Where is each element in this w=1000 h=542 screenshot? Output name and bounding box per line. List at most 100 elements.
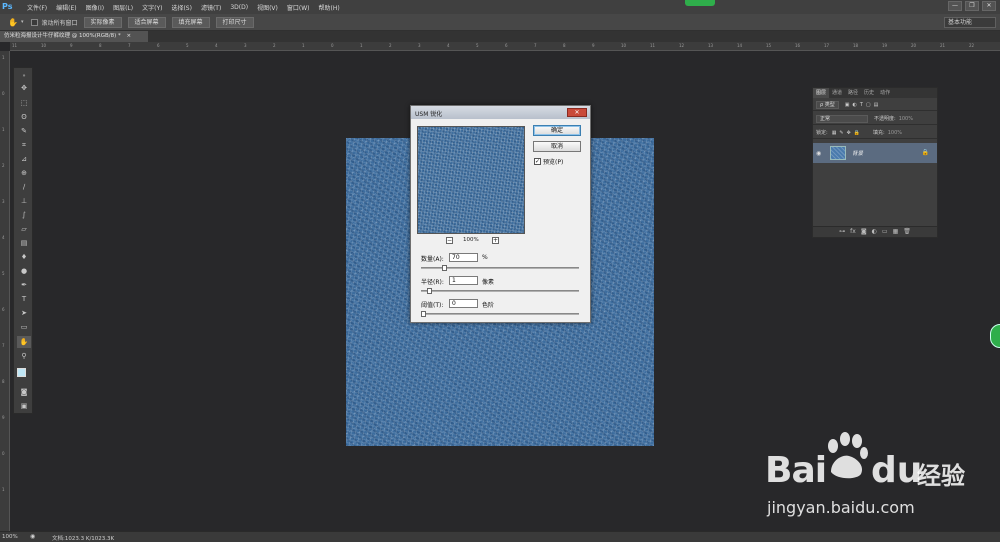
radius-slider-thumb[interactable] — [427, 288, 432, 294]
layer-style-icon[interactable]: fx — [850, 227, 856, 237]
side-green-badge[interactable] — [990, 324, 1000, 348]
history-brush-tool-icon[interactable]: ∫ — [17, 209, 31, 221]
healing-brush-tool-icon[interactable]: ⊕ — [17, 167, 31, 179]
zoom-out-button[interactable]: − — [446, 237, 453, 244]
lasso-tool-icon[interactable]: ʘ — [17, 111, 31, 123]
toolbox: » ✥ ⬚ ʘ ✎ ⌗ ⊿ ⊕ ∕ ⊥ ∫ ▱ ▤ ♦ ● ✒ T ➤ ▭ ✋ … — [13, 67, 33, 414]
tab-close-icon[interactable]: × — [126, 33, 131, 39]
tab-channels[interactable]: 通道 — [829, 88, 845, 98]
adjustment-layer-icon[interactable]: ◐ — [872, 227, 877, 237]
minimize-button[interactable]: — — [948, 1, 962, 11]
shape-tool-icon[interactable]: ▭ — [17, 321, 31, 333]
crop-tool-icon[interactable]: ⌗ — [17, 139, 31, 151]
hand-tool-icon[interactable]: ✋ — [8, 18, 18, 27]
type-tool-icon[interactable]: T — [17, 293, 31, 305]
radius-slider[interactable] — [421, 288, 579, 294]
amount-slider-thumb[interactable] — [442, 265, 447, 271]
menu-layer[interactable]: 图层(L) — [113, 3, 133, 12]
tab-paths[interactable]: 路径 — [845, 88, 861, 98]
horizontal-ruler[interactable]: 11 10 9 8 7 6 5 4 3 2 1 0 1 2 3 4 5 6 7 8 9 10 11 12 13 14 15 16 17 1… — [10, 42, 1000, 51]
menu-type[interactable]: 文字(Y) — [142, 3, 162, 12]
trash-icon[interactable]: 🗑 — [903, 227, 911, 237]
link-layers-icon[interactable]: ⊶ — [839, 227, 845, 237]
layer-kind-select[interactable]: ρ 类型 — [816, 100, 839, 109]
ruler-tick-label: 11 — [12, 43, 18, 48]
dialog-close-button[interactable]: ✕ — [567, 108, 587, 117]
ruler-tick-label: 20 — [911, 43, 917, 48]
zoom-in-button[interactable]: + — [492, 237, 499, 244]
menu-file[interactable]: 文件(F) — [27, 3, 47, 12]
tab-actions[interactable]: 动作 — [877, 88, 893, 98]
amount-slider[interactable] — [421, 265, 579, 271]
menu-edit[interactable]: 编辑(E) — [56, 3, 76, 12]
menu-help[interactable]: 帮助(H) — [319, 3, 340, 12]
foreground-color-swatch[interactable] — [17, 368, 26, 377]
eyedropper-tool-icon[interactable]: ⊿ — [17, 153, 31, 165]
tab-history[interactable]: 历史 — [861, 88, 877, 98]
blend-mode-select[interactable]: 正常 — [816, 114, 868, 123]
radius-label: 半径(R): — [421, 279, 444, 286]
fill-screen-button[interactable]: 填充屏幕 — [171, 16, 210, 28]
filter-icons[interactable]: ▣◐T▢▤ — [845, 102, 882, 108]
clone-stamp-tool-icon[interactable]: ⊥ — [17, 195, 31, 207]
ruler-tick-label: 21 — [940, 43, 946, 48]
layer-row-background[interactable]: ◉ 背景 🔒 — [813, 143, 937, 163]
path-selection-tool-icon[interactable]: ➤ — [17, 307, 31, 319]
status-options-icon[interactable]: ◉ — [30, 533, 35, 540]
menu-select[interactable]: 选择(S) — [171, 3, 192, 12]
menu-image[interactable]: 图像(I) — [86, 3, 104, 12]
ruler-tick-label: 0 — [2, 451, 5, 456]
fit-screen-button[interactable]: 适合屏幕 — [127, 16, 166, 28]
zoom-tool-icon[interactable]: ⚲ — [17, 350, 31, 362]
fill-value[interactable]: 100% — [888, 130, 902, 136]
hand-tool-icon[interactable]: ✋ — [17, 336, 31, 348]
close-window-button[interactable]: ✕ — [982, 1, 996, 11]
actual-pixels-button[interactable]: 实际像素 — [83, 16, 122, 28]
menu-filter[interactable]: 滤镜(T) — [201, 3, 221, 12]
screen-mode-icon[interactable]: ▣ — [17, 400, 31, 412]
tab-layers[interactable]: 图层 — [813, 88, 830, 98]
add-mask-icon[interactable]: ◙ — [861, 227, 867, 237]
dialog-title-bar[interactable]: USM 锐化 ✕ — [411, 106, 590, 119]
opacity-value[interactable]: 100% — [899, 116, 913, 122]
vertical-ruler[interactable]: 1 0 1 2 3 4 5 6 7 8 9 0 1 — [0, 51, 10, 531]
marquee-tool-icon[interactable]: ⬚ — [17, 97, 31, 109]
pen-tool-icon[interactable]: ✒ — [17, 279, 31, 291]
dodge-tool-icon[interactable]: ● — [17, 265, 31, 277]
gradient-tool-icon[interactable]: ▤ — [17, 237, 31, 249]
ok-button[interactable]: 确定 — [533, 125, 581, 136]
document-tab-label: 仿米粒海报设计牛仔裤纹理 @ 100%(RGB/8) * — [4, 33, 121, 39]
menu-3d[interactable]: 3D(D) — [230, 4, 248, 11]
threshold-input[interactable]: 0 — [449, 299, 478, 308]
tool-preset-dropdown-icon[interactable]: ▾ — [21, 19, 24, 25]
new-layer-icon[interactable]: ▦ — [893, 227, 899, 237]
threshold-slider-thumb[interactable] — [421, 311, 426, 317]
quick-mask-icon[interactable]: ◙ — [17, 386, 31, 398]
visibility-eye-icon[interactable]: ◉ — [816, 150, 826, 157]
preview-check-icon[interactable]: ✓ — [534, 158, 541, 165]
cancel-button[interactable]: 取消 — [533, 141, 581, 152]
print-size-button[interactable]: 打印尺寸 — [215, 16, 254, 28]
amount-input[interactable]: 70 — [449, 253, 478, 262]
scroll-all-windows-checkbox[interactable]: 滚动所有窗口 — [31, 18, 78, 27]
eraser-tool-icon[interactable]: ▱ — [17, 223, 31, 235]
toolbox-collapse-icon[interactable]: » — [17, 70, 31, 82]
quick-select-tool-icon[interactable]: ✎ — [17, 125, 31, 137]
checkbox-box[interactable] — [31, 18, 39, 26]
menu-view[interactable]: 视图(V) — [257, 3, 278, 12]
workspace-select[interactable]: 基本功能 — [944, 17, 996, 28]
new-group-icon[interactable]: ▭ — [882, 227, 888, 237]
radius-input[interactable]: 1 — [449, 276, 478, 285]
document-tab[interactable]: 仿米粒海报设计牛仔裤纹理 @ 100%(RGB/8) * × — [0, 31, 148, 42]
lock-icons[interactable]: ▦✎✥🔒 — [832, 130, 863, 136]
restore-button[interactable]: ❐ — [965, 1, 979, 11]
threshold-slider[interactable] — [421, 311, 579, 317]
preview-checkbox[interactable]: ✓ 预览(P) — [534, 157, 563, 166]
menu-window[interactable]: 窗口(W) — [287, 3, 310, 12]
brush-tool-icon[interactable]: ∕ — [17, 181, 31, 193]
amount-label: 数量(A): — [421, 256, 444, 263]
move-tool-icon[interactable]: ✥ — [17, 82, 31, 94]
blur-tool-icon[interactable]: ♦ — [17, 251, 31, 263]
filter-preview[interactable] — [417, 126, 525, 234]
zoom-status[interactable]: 100% — [2, 534, 18, 540]
